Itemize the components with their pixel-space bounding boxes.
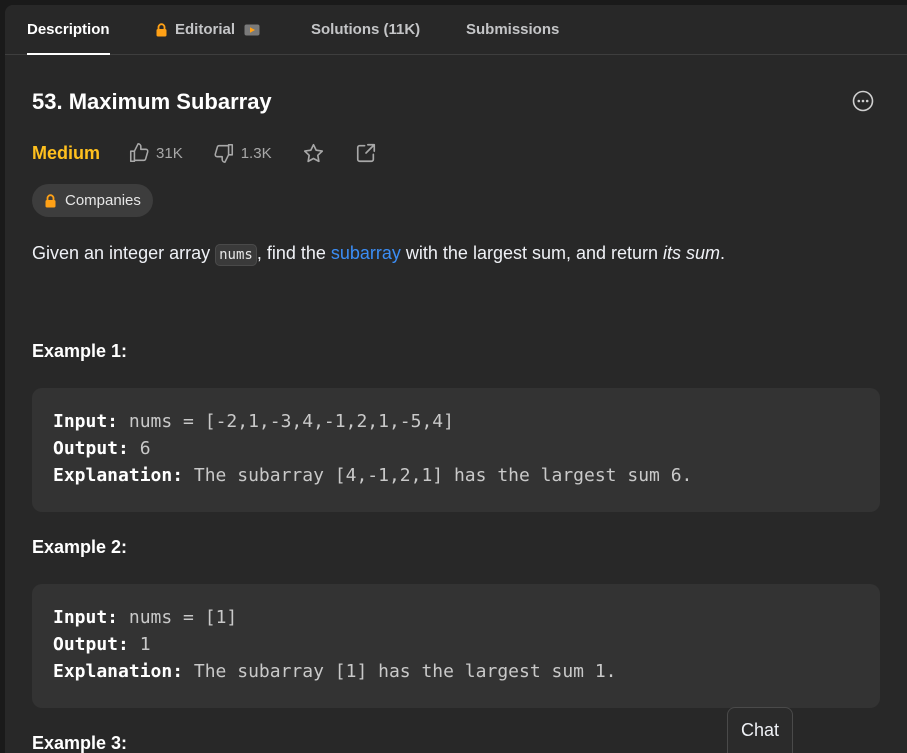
desc-text: , find the	[256, 243, 331, 263]
companies-tag[interactable]: Companies	[32, 184, 153, 217]
tab-bar: Description Editorial Solutions (11K) Su…	[5, 5, 907, 55]
desc-emphasis: its sum	[663, 243, 721, 263]
like-count: 31K	[156, 144, 183, 162]
dislike-button[interactable]: 1.3K	[213, 142, 272, 164]
more-horizontal-icon	[852, 90, 874, 112]
tab-solutions[interactable]: Solutions (11K)	[311, 5, 420, 54]
thumbs-down-icon	[214, 143, 233, 163]
desc-text: Given an integer array	[32, 243, 216, 263]
video-icon	[244, 24, 260, 36]
example-title: Example 2:	[32, 537, 128, 557]
chat-button[interactable]: Chat	[727, 707, 793, 753]
problem-meta-row: Medium 31K 1.3K	[32, 140, 407, 166]
output-value: 1	[128, 634, 151, 655]
inline-code: nums	[215, 244, 257, 266]
explanation-value: The subarray [4,-1,2,1] has the largest …	[183, 465, 693, 486]
problem-title: 53. Maximum Subarray	[32, 89, 272, 114]
chat-label: Chat	[740, 720, 780, 740]
tab-description-label: Description	[27, 21, 110, 38]
dislike-count: 1.3K	[240, 144, 272, 162]
problem-description: Given an integer array nums, find the su…	[32, 239, 872, 269]
favorite-button[interactable]	[302, 142, 325, 165]
more-options-button[interactable]	[851, 89, 875, 113]
input-label: Input:	[53, 411, 119, 432]
companies-label: Companies	[65, 192, 141, 209]
difficulty-badge: Medium	[32, 142, 101, 163]
output-value: 6	[128, 438, 151, 459]
subarray-link[interactable]: subarray	[331, 243, 401, 263]
tab-solutions-label: Solutions (11K)	[311, 21, 421, 38]
explanation-label: Explanation:	[53, 661, 184, 682]
example-box: Input: nums = [-2,1,-3,4,-1,2,1,-5,4] Ou…	[32, 388, 880, 512]
problem-panel: Description Editorial Solutions (11K) Su…	[5, 5, 907, 753]
tab-editorial[interactable]: Editorial	[155, 5, 260, 54]
output-label: Output:	[53, 438, 129, 459]
tab-submissions-label: Submissions	[466, 21, 560, 38]
explanation-label: Explanation:	[53, 465, 184, 486]
example-box: Input: nums = [1] Output: 1 Explanation:…	[32, 584, 880, 708]
lock-icon	[155, 22, 168, 37]
example-title: Example 1:	[32, 341, 128, 361]
example-title: Example 3:	[32, 733, 128, 753]
desc-text: with the largest sum, and return	[400, 243, 664, 263]
share-icon	[356, 143, 375, 163]
input-value: nums = [1]	[118, 607, 238, 628]
desc-text: .	[720, 243, 726, 263]
tab-editorial-label: Editorial	[175, 21, 236, 38]
thumbs-up-icon	[129, 143, 149, 163]
input-label: Input:	[53, 607, 119, 628]
tab-submissions[interactable]: Submissions	[466, 5, 559, 54]
like-button[interactable]: 31K	[128, 142, 183, 164]
output-label: Output:	[53, 634, 129, 655]
input-value: nums = [-2,1,-3,4,-1,2,1,-5,4]	[118, 411, 454, 432]
tab-description[interactable]: Description	[27, 5, 110, 55]
explanation-value: The subarray [1] has the largest sum 1.	[183, 661, 617, 682]
lock-icon	[44, 193, 57, 208]
star-icon	[303, 143, 323, 162]
share-button[interactable]	[355, 142, 377, 164]
